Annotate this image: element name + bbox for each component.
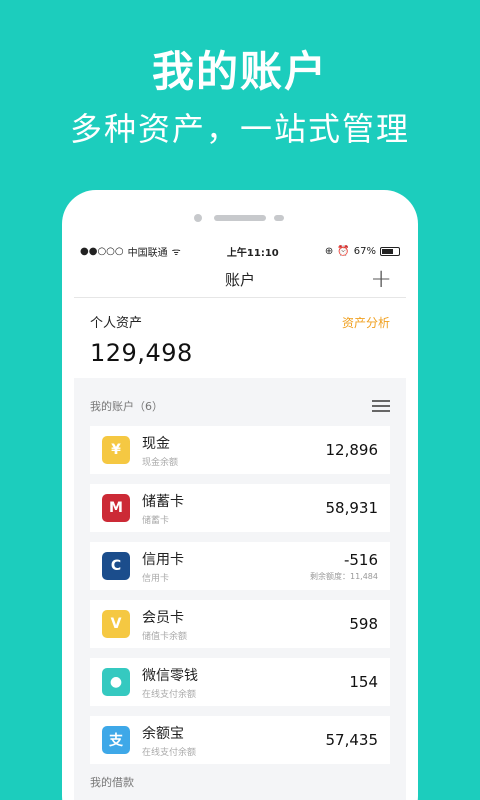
account-item-wechat[interactable]: ● 微信零钱 在线支付余额 154: [90, 658, 390, 706]
cash-icon: ¥: [102, 436, 130, 464]
alarm-icon: ⏰: [337, 245, 350, 257]
account-name: 储蓄卡: [142, 493, 184, 510]
status-bar: ●●○○○ 中国联通 ᯤ 上午11:10 ⊕ ⏰ 67%: [74, 240, 406, 262]
account-amount: 154: [349, 673, 378, 691]
account-subtitle: 在线支付余额: [142, 689, 197, 700]
rotation-lock-icon: ⊕: [324, 245, 334, 257]
hero-subtitle: 多种资产，一站式管理: [69, 110, 410, 148]
account-amount: 598: [349, 615, 378, 633]
wechat-icon: ●: [102, 668, 130, 696]
account-name: 信用卡: [142, 551, 184, 568]
account-item-debit-card[interactable]: M 储蓄卡 储蓄卡 58,931: [90, 484, 390, 532]
phone-speaker: [214, 215, 266, 221]
credit-card-icon: C: [102, 552, 130, 580]
phone-camera: [274, 215, 284, 221]
account-item-credit-card[interactable]: C 信用卡 信用卡 -516 剩余额度：11,484: [90, 542, 390, 590]
account-list: ¥ 现金 现金余额 12,896 M 储蓄卡 储蓄卡 58,931 C 信用卡 …: [74, 426, 406, 764]
phone-sensor-dot: [194, 214, 202, 222]
account-subtitle: 现金余额: [142, 457, 179, 468]
wifi-icon: ᯤ: [171, 247, 181, 258]
accounts-section-header: 我的账户（6）: [74, 386, 406, 426]
account-name: 会员卡: [142, 609, 184, 626]
carrier-label: 中国联通: [127, 247, 168, 259]
account-subtitle: 储值卡余额: [142, 631, 188, 642]
account-amount: -516: [343, 550, 378, 569]
status-time: 上午11:10: [226, 247, 279, 259]
account-amount: 58,931: [325, 499, 379, 517]
account-item-yuebao[interactable]: 支 余额宝 在线支付余额 57,435: [90, 716, 390, 764]
app-screen: ●●○○○ 中国联通 ᯤ 上午11:10 ⊕ ⏰ 67% 账户 + 个人资产 1…: [74, 240, 406, 800]
account-subtitle: 信用卡: [142, 573, 170, 584]
nav-bar: 账户 +: [74, 262, 406, 298]
signal-icon: ●●○○○: [80, 245, 124, 257]
bank-card-icon: M: [102, 494, 130, 522]
asset-summary-card: 个人资产 129,498 资产分析: [74, 298, 406, 378]
account-amount: 12,896: [325, 441, 379, 459]
loans-section-title: 我的借款: [90, 776, 134, 789]
phone-frame: ●●○○○ 中国联通 ᯤ 上午11:10 ⊕ ⏰ 67% 账户 + 个人资产 1…: [62, 190, 418, 800]
asset-analysis-link[interactable]: 资产分析: [342, 314, 390, 331]
account-item-cash[interactable]: ¥ 现金 现金余额 12,896: [90, 426, 390, 474]
alipay-icon: 支: [102, 726, 130, 754]
accounts-section-title: 我的账户（6）: [90, 400, 163, 413]
account-subtitle: 储蓄卡: [142, 515, 170, 526]
plus-icon[interactable]: +: [370, 266, 392, 292]
asset-value: 129,498: [90, 339, 193, 367]
account-subtitle: 在线支付余额: [142, 747, 197, 758]
account-name: 微信零钱: [142, 667, 198, 684]
account-name: 余额宝: [142, 725, 184, 742]
member-card-icon: V: [102, 610, 130, 638]
battery-percent: 67%: [353, 245, 376, 257]
battery-icon: [379, 246, 400, 256]
list-icon[interactable]: [372, 400, 390, 412]
phone-top-bezel: [62, 214, 418, 224]
page-title: 账户: [224, 271, 255, 289]
account-amount: 57,435: [325, 731, 379, 749]
credit-remaining-note: 剩余额度：11,484: [310, 571, 378, 581]
account-item-member-card[interactable]: V 会员卡 储值卡余额 598: [90, 600, 390, 648]
account-name: 现金: [142, 435, 170, 452]
hero-title: 我的账户: [151, 47, 328, 96]
